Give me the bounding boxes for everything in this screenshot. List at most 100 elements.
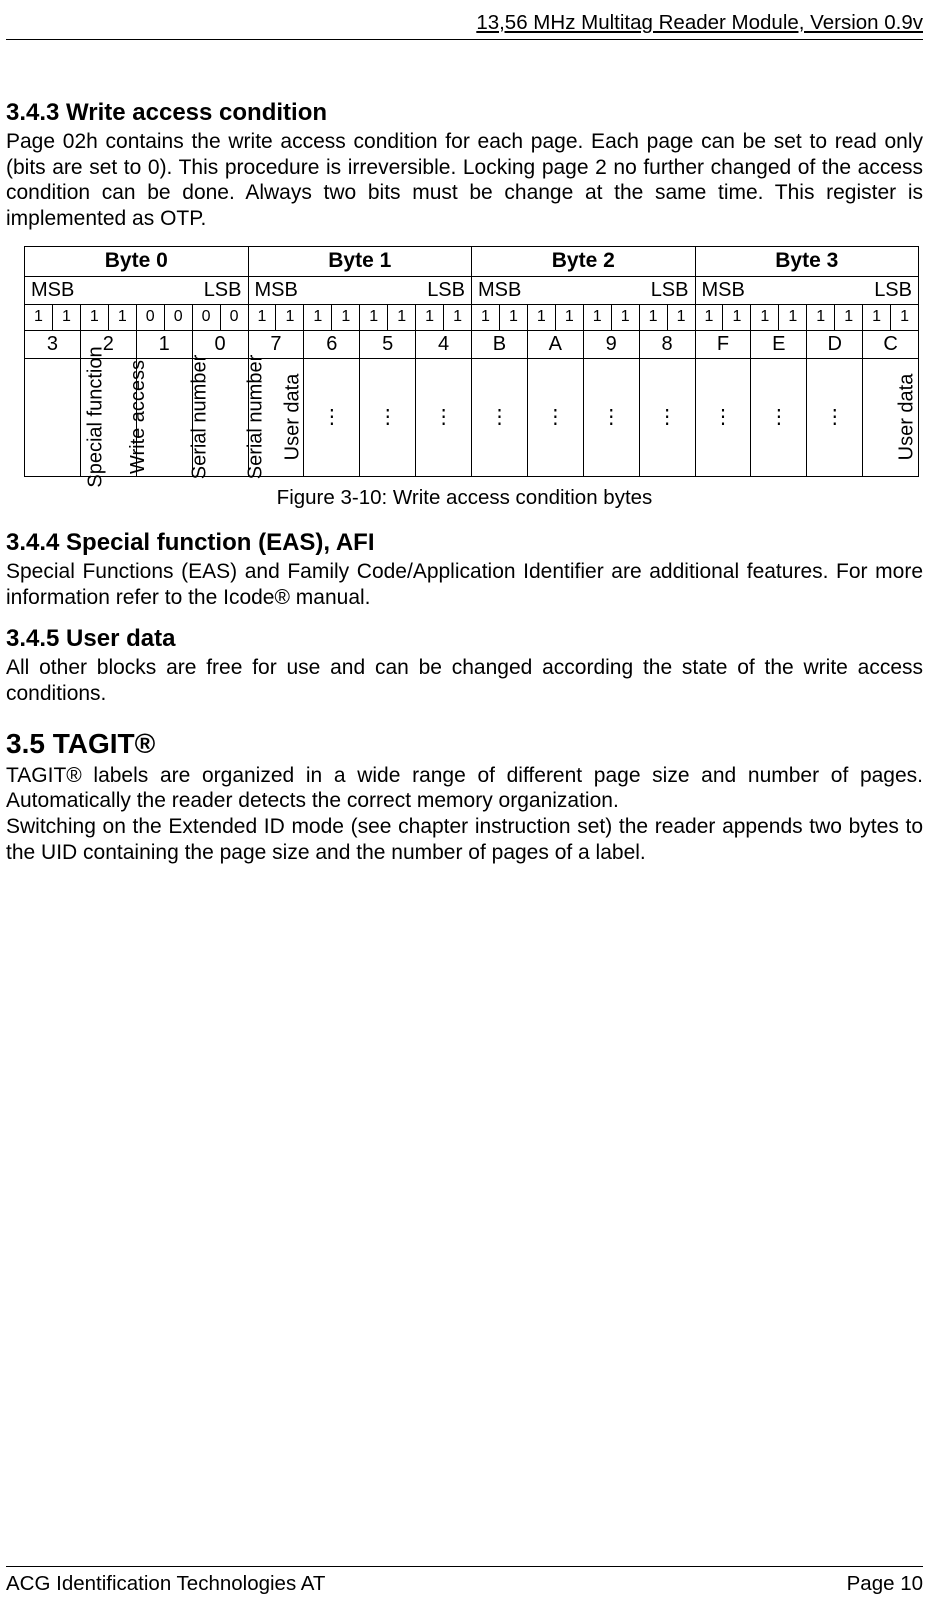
label-cell: User data bbox=[863, 358, 919, 476]
vertical-label: Write access bbox=[128, 360, 148, 474]
table-row-bits: 1 1 1 1 0 0 0 0 1 1 1 1 1 1 1 1 1 1 1 1 … bbox=[25, 304, 919, 330]
bit-cell: 1 bbox=[25, 304, 53, 330]
lsb-label: LSB bbox=[651, 278, 689, 302]
byte-header: Byte 3 bbox=[695, 246, 919, 276]
ellipsis-icon: ⋮ bbox=[657, 406, 677, 428]
label-cell: ⋮ bbox=[527, 358, 583, 476]
lsb-label: LSB bbox=[874, 278, 912, 302]
bit-cell: 1 bbox=[667, 304, 695, 330]
label-cell: ⋮ bbox=[639, 358, 695, 476]
nibble-cell: 4 bbox=[416, 330, 472, 358]
bit-cell: 1 bbox=[555, 304, 583, 330]
msblsb-cell: MSBLSB bbox=[25, 276, 249, 304]
header-rule bbox=[6, 39, 923, 40]
para-343: Page 02h contains the write access condi… bbox=[6, 129, 923, 231]
msb-label: MSB bbox=[702, 278, 745, 302]
nibble-cell: F bbox=[695, 330, 751, 358]
bit-cell: 1 bbox=[863, 304, 891, 330]
bit-cell: 1 bbox=[444, 304, 472, 330]
msb-label: MSB bbox=[478, 278, 521, 302]
bit-cell: 1 bbox=[80, 304, 108, 330]
bit-cell: 1 bbox=[695, 304, 723, 330]
table-row-msblsb: MSBLSB MSBLSB MSBLSB MSBLSB bbox=[25, 276, 919, 304]
nibble-cell: B bbox=[472, 330, 528, 358]
vertical-label: User data bbox=[896, 374, 916, 461]
footer-right: Page 10 bbox=[847, 1571, 923, 1596]
msb-label: MSB bbox=[31, 278, 74, 302]
vertical-label: Special function bbox=[86, 346, 106, 487]
bit-cell: 0 bbox=[220, 304, 248, 330]
label-cell: ⋮ bbox=[304, 358, 360, 476]
running-header: 13,56 MHz Multitag Reader Module, Versio… bbox=[6, 10, 923, 37]
bit-cell: 1 bbox=[360, 304, 388, 330]
footer-rule bbox=[6, 1566, 923, 1567]
para-35-2: Switching on the Extended ID mode (see c… bbox=[6, 814, 923, 865]
bit-cell: 1 bbox=[835, 304, 863, 330]
nibble-cell: E bbox=[751, 330, 807, 358]
ellipsis-icon: ⋮ bbox=[545, 406, 565, 428]
footer-left: ACG Identification Technologies AT bbox=[6, 1571, 325, 1596]
nibble-cell: 1 bbox=[136, 330, 192, 358]
bit-cell: 0 bbox=[136, 304, 164, 330]
ellipsis-icon: ⋮ bbox=[378, 406, 398, 428]
nibble-cell: A bbox=[527, 330, 583, 358]
label-cell: ⋮ bbox=[583, 358, 639, 476]
label-cell: ⋮ bbox=[472, 358, 528, 476]
bit-cell: 1 bbox=[416, 304, 444, 330]
msblsb-cell: MSB LSB bbox=[472, 276, 696, 304]
label-cell: ⋮ bbox=[360, 358, 416, 476]
ellipsis-icon: ⋮ bbox=[601, 406, 621, 428]
footer: ACG Identification Technologies AT Page … bbox=[6, 1566, 923, 1596]
bit-cell: 1 bbox=[807, 304, 835, 330]
label-cell: Special function bbox=[25, 358, 81, 476]
vertical-label: User data bbox=[282, 374, 302, 461]
heading-35: 3.5 TAGIT® bbox=[6, 727, 923, 761]
bit-cell: 1 bbox=[276, 304, 304, 330]
bit-cell: 1 bbox=[332, 304, 360, 330]
msblsb-cell: MSB LSB bbox=[695, 276, 919, 304]
bit-cell: 1 bbox=[248, 304, 276, 330]
bit-cell: 1 bbox=[108, 304, 136, 330]
bit-cell: 1 bbox=[751, 304, 779, 330]
ellipsis-icon: ⋮ bbox=[769, 406, 789, 428]
bit-cell: 1 bbox=[388, 304, 416, 330]
table-row-nibbles: 3 2 1 0 7 6 5 4 B A 9 8 F E D C bbox=[25, 330, 919, 358]
nibble-cell: C bbox=[863, 330, 919, 358]
vertical-label: Serial number bbox=[245, 355, 265, 480]
bit-cell: 1 bbox=[723, 304, 751, 330]
bit-cell: 0 bbox=[164, 304, 192, 330]
figure-caption: Figure 3-10: Write access condition byte… bbox=[6, 485, 923, 510]
label-cell: ⋮ bbox=[751, 358, 807, 476]
nibble-cell: 9 bbox=[583, 330, 639, 358]
nibble-cell: D bbox=[807, 330, 863, 358]
bit-cell: 1 bbox=[779, 304, 807, 330]
byte-header: Byte 0 bbox=[25, 246, 249, 276]
byte-header: Byte 2 bbox=[472, 246, 696, 276]
ellipsis-icon: ⋮ bbox=[489, 406, 509, 428]
nibble-cell: 5 bbox=[360, 330, 416, 358]
heading-345: 3.4.5 User data bbox=[6, 624, 923, 653]
bit-cell: 1 bbox=[527, 304, 555, 330]
ellipsis-icon: ⋮ bbox=[434, 406, 454, 428]
bit-cell: 1 bbox=[499, 304, 527, 330]
para-344: Special Functions (EAS) and Family Code/… bbox=[6, 559, 923, 610]
bit-cell: 1 bbox=[891, 304, 919, 330]
nibble-cell: 8 bbox=[639, 330, 695, 358]
bit-cell: 1 bbox=[472, 304, 500, 330]
bit-cell: 1 bbox=[639, 304, 667, 330]
write-access-table: Byte 0 Byte 1 Byte 2 Byte 3 MSB LSB MSB LS… bbox=[24, 246, 919, 477]
ellipsis-icon: ⋮ bbox=[713, 406, 733, 428]
vertical-label: Serial number bbox=[189, 355, 209, 480]
bit-cell: 1 bbox=[304, 304, 332, 330]
nibble-cell: 3 bbox=[25, 330, 81, 358]
msblsb-cell: MSBLSB bbox=[248, 276, 472, 304]
bit-cell: 1 bbox=[583, 304, 611, 330]
byte-header: Byte 1 bbox=[248, 246, 472, 276]
bit-cell: 0 bbox=[192, 304, 220, 330]
ellipsis-icon: ⋮ bbox=[322, 406, 342, 428]
page-content: 13,56 MHz Multitag Reader Module, Versio… bbox=[0, 0, 951, 1602]
table-row-labels: Special function Write access Serial num… bbox=[25, 358, 919, 476]
msb-label: MSB bbox=[255, 278, 298, 302]
label-cell: ⋮ bbox=[695, 358, 751, 476]
ellipsis-icon: ⋮ bbox=[825, 406, 845, 428]
